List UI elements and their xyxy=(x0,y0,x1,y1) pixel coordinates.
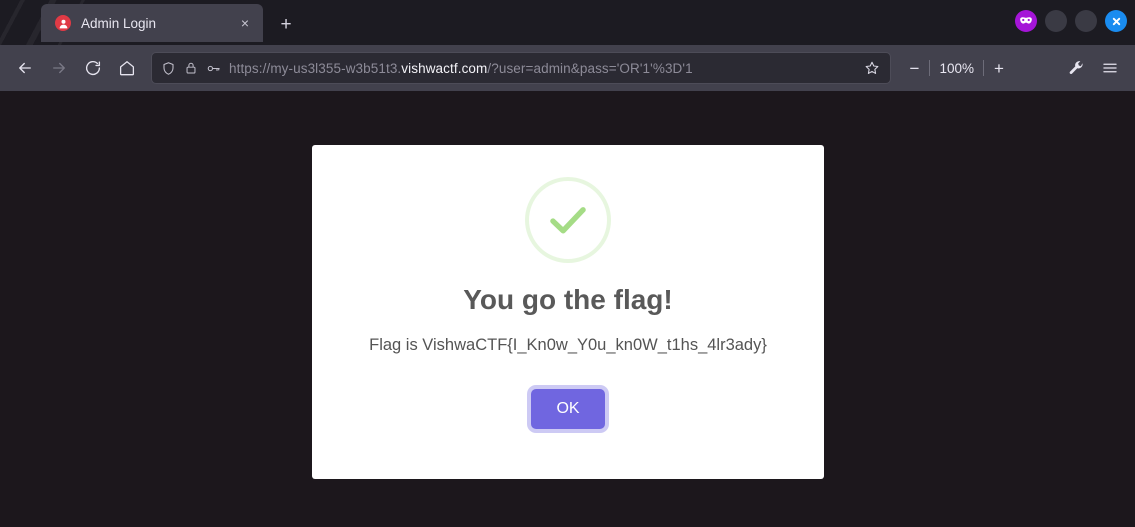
url-text[interactable]: https://my-us3l355-w3b51t3.vishwactf.com… xyxy=(229,61,852,76)
zoom-controls: − 100% + xyxy=(899,53,1014,83)
user-circle-red-icon xyxy=(55,15,71,31)
devtools-wrench-button[interactable] xyxy=(1060,52,1092,84)
browser-tab-admin-login[interactable]: Admin Login × xyxy=(41,4,263,42)
key-icon[interactable] xyxy=(206,61,221,76)
dialog-actions: OK xyxy=(531,389,605,430)
ok-button[interactable]: OK xyxy=(531,389,605,430)
zoom-out-button[interactable]: − xyxy=(901,53,927,83)
url-scheme: https://my-us3l355-w3b51t3. xyxy=(229,60,402,76)
blank-extension-icon-2[interactable] xyxy=(1075,10,1097,32)
zoom-separator-left xyxy=(929,60,931,76)
browser-window: Admin Login × + https://my-us3l355-w3b51… xyxy=(0,0,1135,527)
dialog-title: You go the flag! xyxy=(463,284,673,315)
zoom-level-label: 100% xyxy=(939,60,974,76)
url-bar[interactable]: https://my-us3l355-w3b51t3.vishwactf.com… xyxy=(151,52,892,84)
blank-extension-icon-1[interactable] xyxy=(1045,10,1067,32)
padlock-icon[interactable] xyxy=(184,61,198,75)
home-button[interactable] xyxy=(111,52,143,84)
page-viewport: You go the flag! Flag is VishwaCTF{I_Kn0… xyxy=(0,91,1135,527)
zoom-separator-right xyxy=(983,60,984,76)
bookmark-star-icon[interactable] xyxy=(860,60,884,76)
reload-button[interactable] xyxy=(77,52,109,84)
back-button[interactable] xyxy=(9,52,41,84)
url-path: /?user=admin&pass='OR'1'%3D'1 xyxy=(487,60,693,76)
zoom-in-button[interactable]: + xyxy=(986,53,1012,83)
close-extension-icon[interactable] xyxy=(1105,10,1127,32)
navigation-toolbar: https://my-us3l355-w3b51t3.vishwactf.com… xyxy=(0,45,1135,91)
forward-button[interactable] xyxy=(43,52,75,84)
tab-title: Admin Login xyxy=(81,15,157,31)
close-tab-icon[interactable]: × xyxy=(235,13,255,33)
tab-strip: Admin Login × + xyxy=(0,0,1135,45)
new-tab-button[interactable]: + xyxy=(271,9,301,39)
app-menu-button[interactable] xyxy=(1094,52,1126,84)
success-alert-dialog: You go the flag! Flag is VishwaCTF{I_Kn0… xyxy=(312,145,824,479)
success-check-icon xyxy=(525,177,611,263)
extension-icons xyxy=(1015,10,1127,32)
shield-icon[interactable] xyxy=(161,61,176,76)
mask-extension-icon[interactable] xyxy=(1015,10,1037,32)
url-host: vishwactf.com xyxy=(401,60,488,76)
dialog-message: Flag is VishwaCTF{I_Kn0w_Y0u_kn0W_t1hs_4… xyxy=(369,335,767,354)
